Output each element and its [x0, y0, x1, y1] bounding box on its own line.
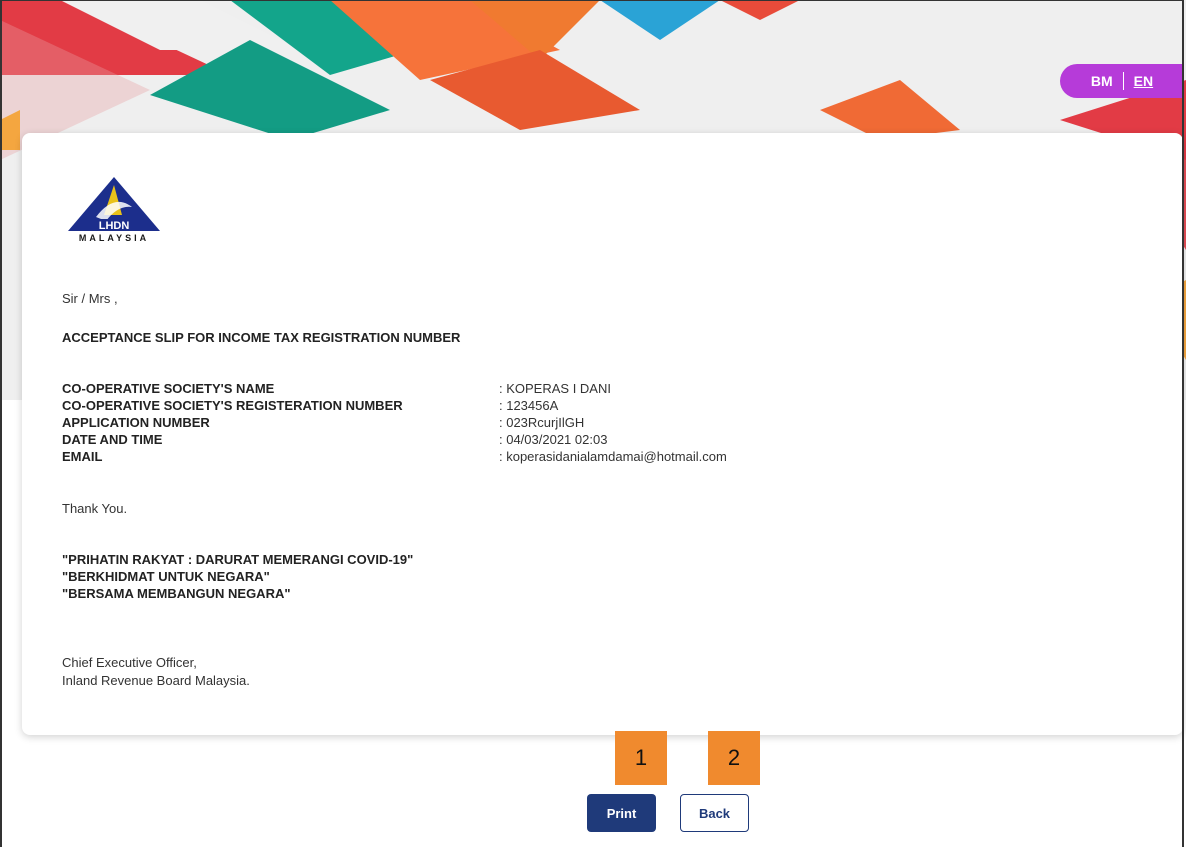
back-button[interactable]: Back: [680, 794, 749, 832]
lhdn-emblem-icon: LHDN: [68, 177, 160, 232]
logo-lettering: LHDN: [99, 220, 130, 232]
slogan-line: "PRIHATIN RAKYAT : DARURAT MEMERANGI COV…: [62, 552, 414, 567]
acceptance-slip-card: LHDN MALAYSIA Sir / Mrs , ACCEPTANCE SLI…: [22, 133, 1183, 735]
print-button[interactable]: Print: [587, 794, 656, 832]
slogan-line: "BERSAMA MEMBANGUN NEGARA": [62, 586, 291, 601]
lang-separator: [1122, 72, 1124, 90]
annotation-marker-1: 1: [615, 731, 667, 785]
field-label-application: APPLICATION NUMBER: [62, 415, 210, 430]
field-value-application: : 023RcurjIlGH: [499, 415, 585, 430]
field-value-datetime: : 04/03/2021 02:03: [499, 432, 608, 447]
thank-you-text: Thank You.: [62, 501, 128, 516]
field-value-email: : koperasidanialamdamai@hotmail.com: [499, 449, 727, 464]
signoff-organization: Inland Revenue Board Malaysia.: [62, 673, 250, 688]
field-label-datetime: DATE AND TIME: [62, 432, 163, 447]
slip-heading: ACCEPTANCE SLIP FOR INCOME TAX REGISTRAT…: [62, 330, 461, 345]
lang-bm-link[interactable]: BM: [1091, 73, 1113, 89]
logo-text: MALAYSIA: [78, 233, 150, 243]
slogan-line: "BERKHIDMAT UNTUK NEGARA": [62, 569, 270, 584]
lhdn-logo: LHDN MALAYSIA: [62, 175, 166, 247]
field-label-registration: CO-OPERATIVE SOCIETY'S REGISTERATION NUM…: [62, 398, 403, 413]
field-label-name: CO-OPERATIVE SOCIETY'S NAME: [62, 381, 275, 396]
field-label-email: EMAIL: [62, 449, 103, 464]
field-value-registration: : 123456A: [499, 398, 559, 413]
lang-en-link[interactable]: EN: [1134, 73, 1153, 89]
field-value-name: : KOPERAS I DANI: [499, 381, 611, 396]
signoff-title: Chief Executive Officer,: [62, 655, 197, 670]
annotation-marker-2: 2: [708, 731, 760, 785]
salutation: Sir / Mrs ,: [62, 291, 118, 306]
language-toggle: BM EN: [1060, 64, 1184, 98]
